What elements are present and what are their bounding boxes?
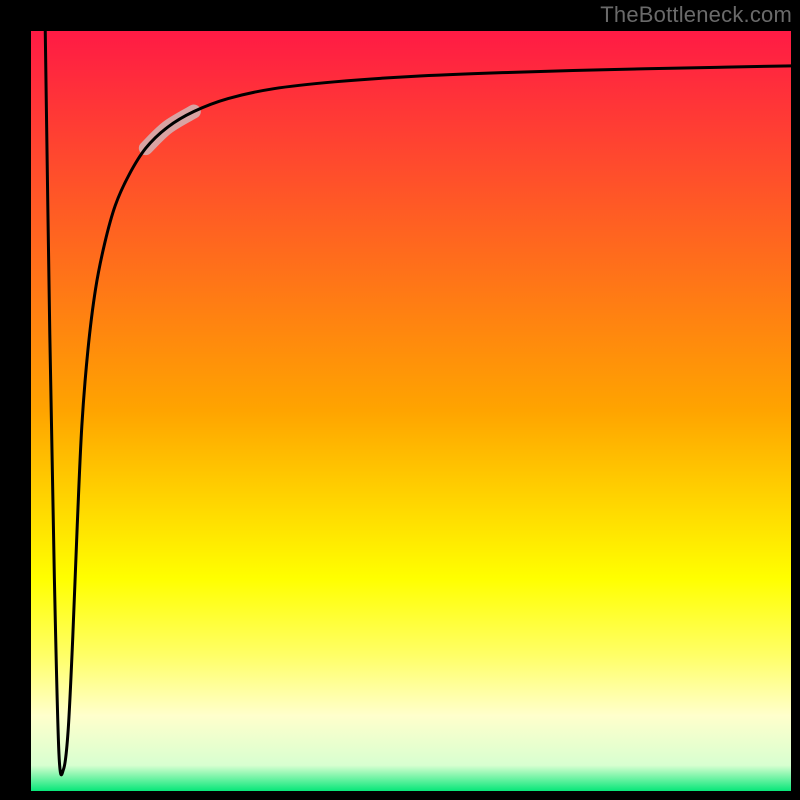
chart-root: TheBottleneck.com [0,0,800,800]
watermark-text: TheBottleneck.com [600,2,792,28]
chart-canvas [0,0,800,800]
